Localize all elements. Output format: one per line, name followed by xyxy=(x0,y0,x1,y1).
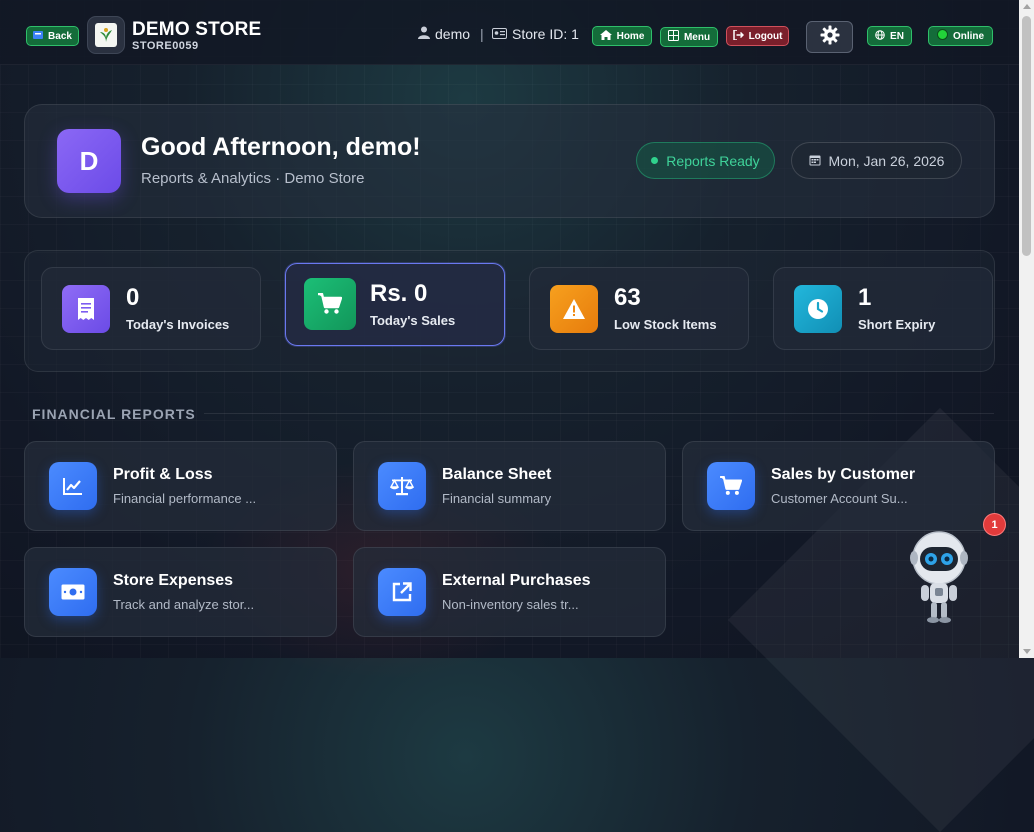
home-icon xyxy=(599,29,612,43)
assistant-robot-button[interactable] xyxy=(906,528,972,624)
date-label: Mon, Jan 26, 2026 xyxy=(828,152,945,169)
report-card-store-expenses[interactable]: Store Expenses Track and analyze stor... xyxy=(24,547,337,637)
menu-label: Menu xyxy=(683,31,711,43)
store-name: DEMO STORE xyxy=(132,19,262,40)
online-dot-icon xyxy=(936,29,948,43)
back-button[interactable]: Back xyxy=(26,26,79,46)
logout-icon xyxy=(732,28,744,43)
status-dot-icon xyxy=(651,157,659,164)
globe-icon xyxy=(875,29,885,43)
menu-button[interactable]: Menu xyxy=(660,27,718,47)
receipt-icon xyxy=(62,285,110,333)
language-button[interactable]: EN xyxy=(867,26,912,46)
id-card-icon xyxy=(492,26,507,42)
top-navbar: Back DEMO STORE STORE0059 demo | Store I… xyxy=(0,0,1019,65)
section-divider xyxy=(204,413,994,414)
store-code: STORE0059 xyxy=(132,40,199,52)
page-scrollbar[interactable] xyxy=(1019,0,1034,658)
scroll-up-icon[interactable] xyxy=(1023,4,1031,9)
section-title: FINANCIAL REPORTS xyxy=(32,406,196,422)
logout-button[interactable]: Logout xyxy=(726,26,789,46)
scroll-down-icon[interactable] xyxy=(1023,649,1031,654)
report-description: Financial performance ... xyxy=(113,491,257,506)
store-id: Store ID: 1 xyxy=(512,26,579,42)
report-title: Profit & Loss xyxy=(113,466,213,483)
user-info: demo xyxy=(418,26,470,42)
report-title: Sales by Customer xyxy=(771,466,916,483)
stat-card-low-stock[interactable]: 63 Low Stock Items xyxy=(529,267,749,350)
stat-value: 0 xyxy=(126,284,140,311)
scale-icon xyxy=(378,462,426,510)
report-title: Balance Sheet xyxy=(442,466,552,483)
money-icon xyxy=(49,568,97,616)
online-status: Online xyxy=(928,26,993,46)
stat-label: Low Stock Items xyxy=(614,317,717,332)
report-card-balance-sheet[interactable]: Balance Sheet Financial summary xyxy=(353,441,666,531)
user-icon xyxy=(418,26,430,42)
date-badge: Mon, Jan 26, 2026 xyxy=(791,142,962,179)
report-description: Non-inventory sales tr... xyxy=(442,597,579,612)
back-icon xyxy=(33,30,44,42)
report-title: External Purchases xyxy=(442,572,591,589)
stat-card-sales[interactable]: Rs. 0 Today's Sales xyxy=(285,263,505,346)
report-description: Financial summary xyxy=(442,491,552,506)
calendar-icon xyxy=(809,153,821,169)
language-label: EN xyxy=(890,30,904,42)
username: demo xyxy=(435,26,471,42)
notification-badge: 1 xyxy=(983,513,1006,536)
gear-icon xyxy=(820,25,840,50)
report-card-external-purchases[interactable]: External Purchases Non-inventory sales t… xyxy=(353,547,666,637)
store-logo xyxy=(87,16,125,54)
grid-icon xyxy=(667,30,679,44)
greeting-subtitle: Reports & Analytics · Demo Store xyxy=(141,170,365,187)
report-card-sales-by-customer[interactable]: Sales by Customer Customer Account Su... xyxy=(682,441,995,531)
online-label: Online xyxy=(952,30,985,42)
report-description: Track and analyze stor... xyxy=(113,597,255,612)
stat-value: 1 xyxy=(858,284,872,311)
stat-card-invoices[interactable]: 0 Today's Invoices xyxy=(41,267,261,350)
reports-ready-label: Reports Ready xyxy=(666,152,760,169)
home-label: Home xyxy=(616,30,645,42)
robot-icon xyxy=(910,531,968,623)
warning-icon xyxy=(550,285,598,333)
stat-label: Today's Sales xyxy=(370,313,456,328)
external-link-icon xyxy=(378,568,426,616)
header-separator: | xyxy=(480,26,484,42)
chart-line-icon xyxy=(49,462,97,510)
store-id-info: Store ID: 1 xyxy=(492,26,579,42)
home-button[interactable]: Home xyxy=(592,26,652,46)
stat-label: Short Expiry xyxy=(858,317,936,332)
clock-icon xyxy=(794,285,842,333)
back-label: Back xyxy=(48,30,72,42)
avatar: D xyxy=(57,129,121,193)
scroll-thumb[interactable] xyxy=(1022,16,1031,256)
greeting-title: Good Afternoon, demo! xyxy=(141,133,421,161)
stat-label: Today's Invoices xyxy=(126,317,230,332)
logout-label: Logout xyxy=(748,30,783,42)
stat-value: Rs. 0 xyxy=(370,280,428,307)
report-description: Customer Account Su... xyxy=(771,491,908,506)
cart-icon xyxy=(707,462,755,510)
report-card-profit-loss[interactable]: Profit & Loss Financial performance ... xyxy=(24,441,337,531)
reports-ready-badge: Reports Ready xyxy=(636,142,775,179)
cart-icon xyxy=(304,278,356,330)
stat-card-short-expiry[interactable]: 1 Short Expiry xyxy=(773,267,993,350)
stat-value: 63 xyxy=(614,284,641,311)
report-title: Store Expenses xyxy=(113,572,234,589)
settings-button[interactable] xyxy=(806,21,853,53)
